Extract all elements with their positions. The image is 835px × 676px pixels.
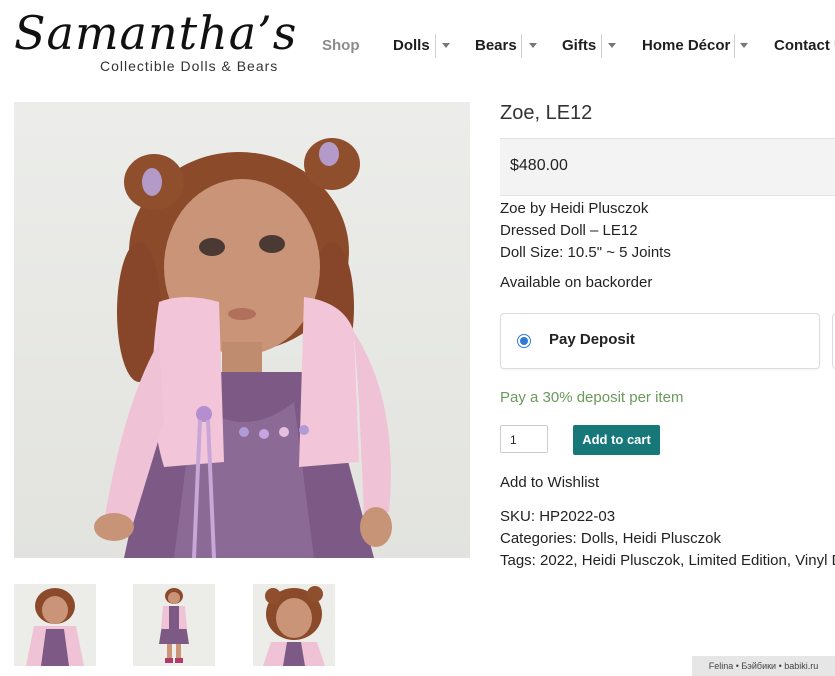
tag-link[interactable]: Limited Edition (688, 552, 786, 569)
description-line: Dressed Doll – LE12 (500, 222, 638, 239)
add-to-wishlist-link[interactable]: Add to Wishlist (500, 474, 599, 491)
tags-label: Tags: (500, 552, 536, 569)
thumbnail-image (263, 586, 325, 666)
nav-item-home-decor[interactable]: Home Décor (642, 34, 730, 58)
product-main-image[interactable] (14, 102, 470, 558)
description-line: Doll Size: 10.5" ~ 5 Joints (500, 244, 671, 261)
product-price: $480.00 (510, 157, 568, 174)
nav-item-gifts[interactable]: Gifts (562, 34, 596, 58)
nav-item-shop[interactable]: Shop (322, 34, 360, 58)
product-thumbnail[interactable] (253, 584, 335, 666)
chevron-down-icon[interactable] (440, 40, 452, 52)
chevron-down-icon[interactable] (738, 40, 750, 52)
sku-label: SKU: (500, 508, 536, 525)
quantity-input[interactable]: 1 (500, 425, 548, 453)
site-logo[interactable]: Samantha’s Collectible Dolls & Bears (14, 6, 296, 74)
tag-link[interactable]: Vinyl D (795, 552, 835, 569)
nav-divider (435, 34, 436, 58)
chevron-down-icon[interactable] (606, 40, 618, 52)
categories-label: Categories: (500, 530, 577, 547)
nav-item-bears[interactable]: Bears (475, 34, 517, 58)
doll-photo (94, 138, 392, 558)
categories-row: Categories: Dolls, Heidi Plusczok (500, 530, 721, 547)
logo-tagline: Collectible Dolls & Bears (100, 58, 279, 74)
tag-link[interactable]: 2022 (540, 552, 573, 569)
deposit-option-label: Pay Deposit (549, 331, 635, 348)
nav-divider (521, 34, 522, 58)
price-box: $480.00 (500, 138, 835, 196)
thumbnail-image (159, 588, 189, 663)
product-thumbnail[interactable] (133, 584, 215, 666)
thumbnail-image (26, 588, 84, 666)
description-line: Zoe by Heidi Plusczok (500, 200, 649, 217)
product-title: Zoe, LE12 (500, 102, 593, 124)
watermark: Felina • Бэйбики • babiki.ru (692, 656, 835, 676)
tag-link[interactable]: Heidi Plusczok (582, 552, 680, 569)
deposit-note: Pay a 30% deposit per item (500, 389, 684, 406)
nav-divider (601, 34, 602, 58)
product-thumbnail[interactable] (14, 584, 96, 666)
logo-script-text: Samantha’s (14, 6, 298, 60)
sku-row: SKU: HP2022-03 (500, 506, 835, 528)
add-to-cart-button[interactable]: Add to cart (573, 425, 660, 455)
product-description: Zoe by Heidi Plusczok Dressed Doll – LE1… (500, 198, 671, 264)
chevron-down-icon[interactable] (527, 40, 539, 52)
deposit-radio[interactable] (517, 334, 531, 348)
product-meta: SKU: HP2022-03 Categories: Dolls, Heidi … (500, 506, 835, 572)
nav-divider (734, 34, 735, 58)
tags-row: Tags: 2022, Heidi Plusczok, Limited Edit… (500, 550, 835, 572)
nav-item-contact[interactable]: Contact U (774, 34, 835, 58)
availability-status: Available on backorder (500, 274, 653, 291)
category-link[interactable]: Dolls (581, 530, 614, 547)
sku-value: HP2022-03 (539, 508, 616, 525)
nav-item-dolls[interactable]: Dolls (393, 34, 430, 58)
category-link[interactable]: Heidi Plusczok (623, 530, 721, 547)
deposit-option[interactable]: Pay Deposit (500, 313, 820, 369)
